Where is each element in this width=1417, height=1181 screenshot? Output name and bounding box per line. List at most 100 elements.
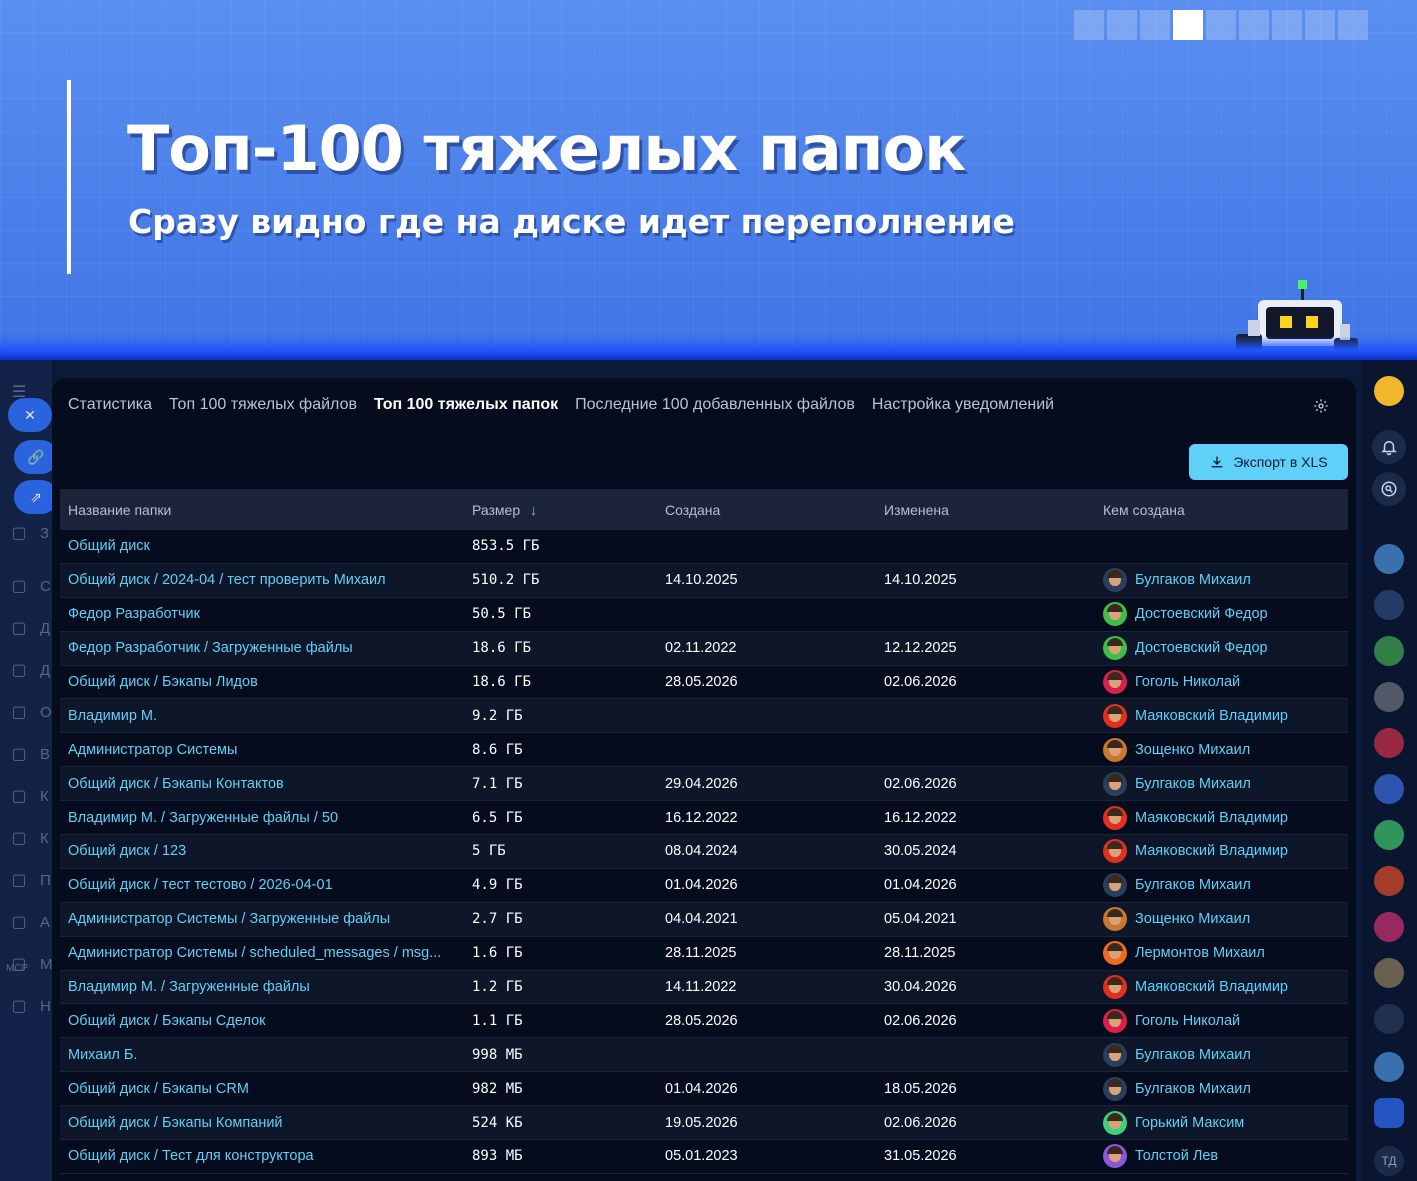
folder-name-link[interactable]: Общий диск / Бэкапы CRM — [60, 1081, 472, 1097]
user-initials-avatar[interactable]: ТД — [1374, 1146, 1404, 1176]
table-row[interactable]: Федор Разработчик / Загруженные файлы 18.… — [60, 631, 1348, 666]
author-name-link[interactable]: Маяковский Владимир — [1135, 979, 1288, 995]
author-name-link[interactable]: Булгаков Михаил — [1135, 572, 1251, 588]
table-row[interactable]: Общий диск / Бэкапы Компаний 524 КБ 19.05.… — [60, 1106, 1348, 1141]
column-modified-header[interactable]: Изменена — [884, 502, 1103, 518]
author-name-link[interactable]: Гоголь Николай — [1135, 674, 1240, 690]
author-name-link[interactable]: Зощенко Михаил — [1135, 742, 1250, 758]
folder-name-link[interactable]: Общий диск / тест тестово / 2026-04-01 — [60, 877, 472, 893]
author-name-link[interactable]: Булгаков Михаил — [1135, 1081, 1251, 1097]
author-name-link[interactable]: Булгаков Михаил — [1135, 776, 1251, 792]
folder-name-link[interactable]: Владимир М. / Загруженные файлы / 50 — [60, 810, 472, 826]
close-chip-button[interactable]: ✕ — [8, 398, 52, 432]
author-cell[interactable]: Зощенко Михаил — [1103, 907, 1348, 932]
sort-desc-icon[interactable]: ↓ — [530, 502, 537, 518]
tab-1[interactable]: Топ 100 тяжелых файлов — [169, 396, 357, 414]
table-row[interactable]: Администратор Системы / Загруженные файл… — [60, 902, 1348, 937]
column-author-header[interactable]: Кем создана — [1103, 502, 1348, 518]
table-row[interactable]: Общий диск / Тест для конструктора 893 МБ… — [60, 1140, 1348, 1174]
tab-3[interactable]: Последние 100 добавленных файлов — [575, 396, 855, 414]
chat-avatar[interactable] — [1374, 1004, 1404, 1034]
author-cell[interactable]: Толстой Лев — [1103, 1144, 1348, 1169]
author-cell[interactable]: Маяковский Владимир — [1103, 805, 1348, 830]
sidebar-item-icon[interactable]: ▢ — [10, 620, 28, 638]
author-cell[interactable]: Горький Максим — [1103, 1110, 1348, 1135]
author-cell[interactable]: Маяковский Владимир — [1103, 703, 1348, 728]
table-row[interactable]: Общий диск 853.5 ГБ — [60, 530, 1348, 564]
author-name-link[interactable]: Булгаков Михаил — [1135, 877, 1251, 893]
folder-name-link[interactable]: Общий диск — [60, 538, 472, 554]
column-size-header[interactable]: Размер ↓ — [472, 502, 665, 518]
author-cell[interactable]: Гоголь Николай — [1103, 1008, 1348, 1033]
author-cell[interactable]: Булгаков Михаил — [1103, 1042, 1348, 1067]
folder-name-link[interactable]: Администратор Системы — [60, 742, 472, 758]
author-cell[interactable]: Булгаков Михаил — [1103, 873, 1348, 898]
slide-dot[interactable] — [1239, 10, 1269, 40]
tab-2[interactable]: Топ 100 тяжелых папок — [374, 396, 558, 414]
author-name-link[interactable]: Булгаков Михаил — [1135, 1047, 1251, 1063]
slide-dot[interactable] — [1140, 10, 1170, 40]
table-row[interactable]: Федор Разработчик 50.5 ГБ Достоевский Федо… — [60, 598, 1348, 632]
author-name-link[interactable]: Толстой Лев — [1135, 1148, 1218, 1164]
author-cell[interactable]: Булгаков Михаил — [1103, 1076, 1348, 1101]
export-xls-button[interactable]: Экспорт в XLS — [1189, 444, 1348, 480]
slide-dot[interactable] — [1074, 10, 1104, 40]
table-row[interactable]: Общий диск / 2024-04 / тест проверить Ми… — [60, 563, 1348, 598]
author-name-link[interactable]: Маяковский Владимир — [1135, 708, 1288, 724]
user-avatar[interactable] — [1374, 376, 1404, 406]
author-name-link[interactable]: Гоголь Николай — [1135, 1013, 1240, 1029]
author-cell[interactable]: Булгаков Михаил — [1103, 771, 1348, 796]
table-row[interactable]: Администратор Системы 8.6 ГБ Зощенко Михаи… — [60, 733, 1348, 768]
chat-avatar[interactable] — [1374, 636, 1404, 666]
chat-avatar[interactable] — [1374, 590, 1404, 620]
table-row[interactable]: Общий диск / Бэкапы Контактов 7.1 ГБ 29.04… — [60, 767, 1348, 802]
folder-name-link[interactable]: Владимир М. / Загруженные файлы — [60, 979, 472, 995]
gear-icon[interactable] — [1313, 398, 1329, 414]
folder-name-link[interactable]: Общий диск / 2024-04 / тест проверить Ми… — [60, 572, 472, 588]
table-row[interactable]: Михаил Б. 998 МБ Булгаков Михаил — [60, 1038, 1348, 1073]
chat-avatar[interactable] — [1374, 774, 1404, 804]
folder-name-link[interactable]: Федор Разработчик / Загруженные файлы — [60, 640, 472, 656]
author-cell[interactable]: Лермонтов Михаил — [1103, 941, 1348, 966]
author-name-link[interactable]: Горький Максим — [1135, 1115, 1244, 1131]
sidebar-item-icon[interactable]: ▢ — [10, 788, 28, 806]
sidebar-item-icon[interactable]: ▢ — [10, 914, 28, 932]
author-name-link[interactable]: Лермонтов Михаил — [1135, 945, 1265, 961]
sidebar-item-icon[interactable]: ▢ — [10, 662, 28, 680]
sidebar-item-icon[interactable]: ▢ — [10, 746, 28, 764]
chat-search-button[interactable] — [1372, 472, 1406, 506]
author-name-link[interactable]: Достоевский Федор — [1135, 606, 1268, 622]
author-cell[interactable]: Гоголь Николай — [1103, 670, 1348, 694]
table-row[interactable]: Владимир М. / Загруженные файлы / 50 6.5 … — [60, 801, 1348, 836]
table-row[interactable]: Общий диск / 123 5 ГБ 08.04.2024 30.05.2024… — [60, 835, 1348, 869]
author-name-link[interactable]: Маяковский Владимир — [1135, 810, 1288, 826]
slide-dot[interactable] — [1272, 10, 1302, 40]
slide-dot[interactable] — [1338, 10, 1368, 40]
column-name-header[interactable]: Название папки — [60, 502, 472, 518]
mcp-label[interactable]: MCP — [6, 960, 28, 978]
author-name-link[interactable]: Достоевский Федор — [1135, 640, 1268, 656]
table-row[interactable]: Администратор Системы / scheduled_messag… — [60, 937, 1348, 971]
author-cell[interactable]: Маяковский Владимир — [1103, 839, 1348, 864]
table-row[interactable]: Общий диск / Бэкапы CRM 982 МБ 01.04.2026 1… — [60, 1072, 1348, 1107]
chat-avatar[interactable] — [1374, 820, 1404, 850]
folder-name-link[interactable]: Федор Разработчик — [60, 606, 472, 622]
slide-dot[interactable] — [1305, 10, 1335, 40]
chat-avatar[interactable] — [1374, 958, 1404, 988]
sidebar-item-icon[interactable]: ▢ — [10, 525, 28, 543]
table-row[interactable]: Общий диск / Бэкапы Сделок 1.1 ГБ 28.05.20… — [60, 1004, 1348, 1039]
author-cell[interactable]: Зощенко Михаил — [1103, 737, 1348, 762]
folder-name-link[interactable]: Администратор Системы / scheduled_messag… — [60, 945, 472, 961]
sidebar-item-icon[interactable]: ▢ — [10, 704, 28, 722]
chat-avatar[interactable] — [1374, 544, 1404, 574]
table-row[interactable]: Общий диск / Бэкапы Лидов 18.6 ГБ 28.05.20… — [60, 666, 1348, 700]
table-row[interactable]: Владимир М. / Загруженные файлы 1.2 ГБ 14.… — [60, 970, 1348, 1005]
chat-avatar[interactable] — [1374, 1052, 1404, 1082]
chat-avatar[interactable] — [1374, 912, 1404, 942]
author-cell[interactable]: Булгаков Михаил — [1103, 568, 1348, 593]
folder-name-link[interactable]: Общий диск / Бэкапы Сделок — [60, 1013, 472, 1029]
sidebar-item-icon[interactable]: ▢ — [10, 578, 28, 596]
folder-name-link[interactable]: Общий диск / Бэкапы Контактов — [60, 776, 472, 792]
sidebar-item-icon[interactable]: ▢ — [10, 830, 28, 848]
folder-name-link[interactable]: Администратор Системы / Загруженные файл… — [60, 911, 472, 927]
